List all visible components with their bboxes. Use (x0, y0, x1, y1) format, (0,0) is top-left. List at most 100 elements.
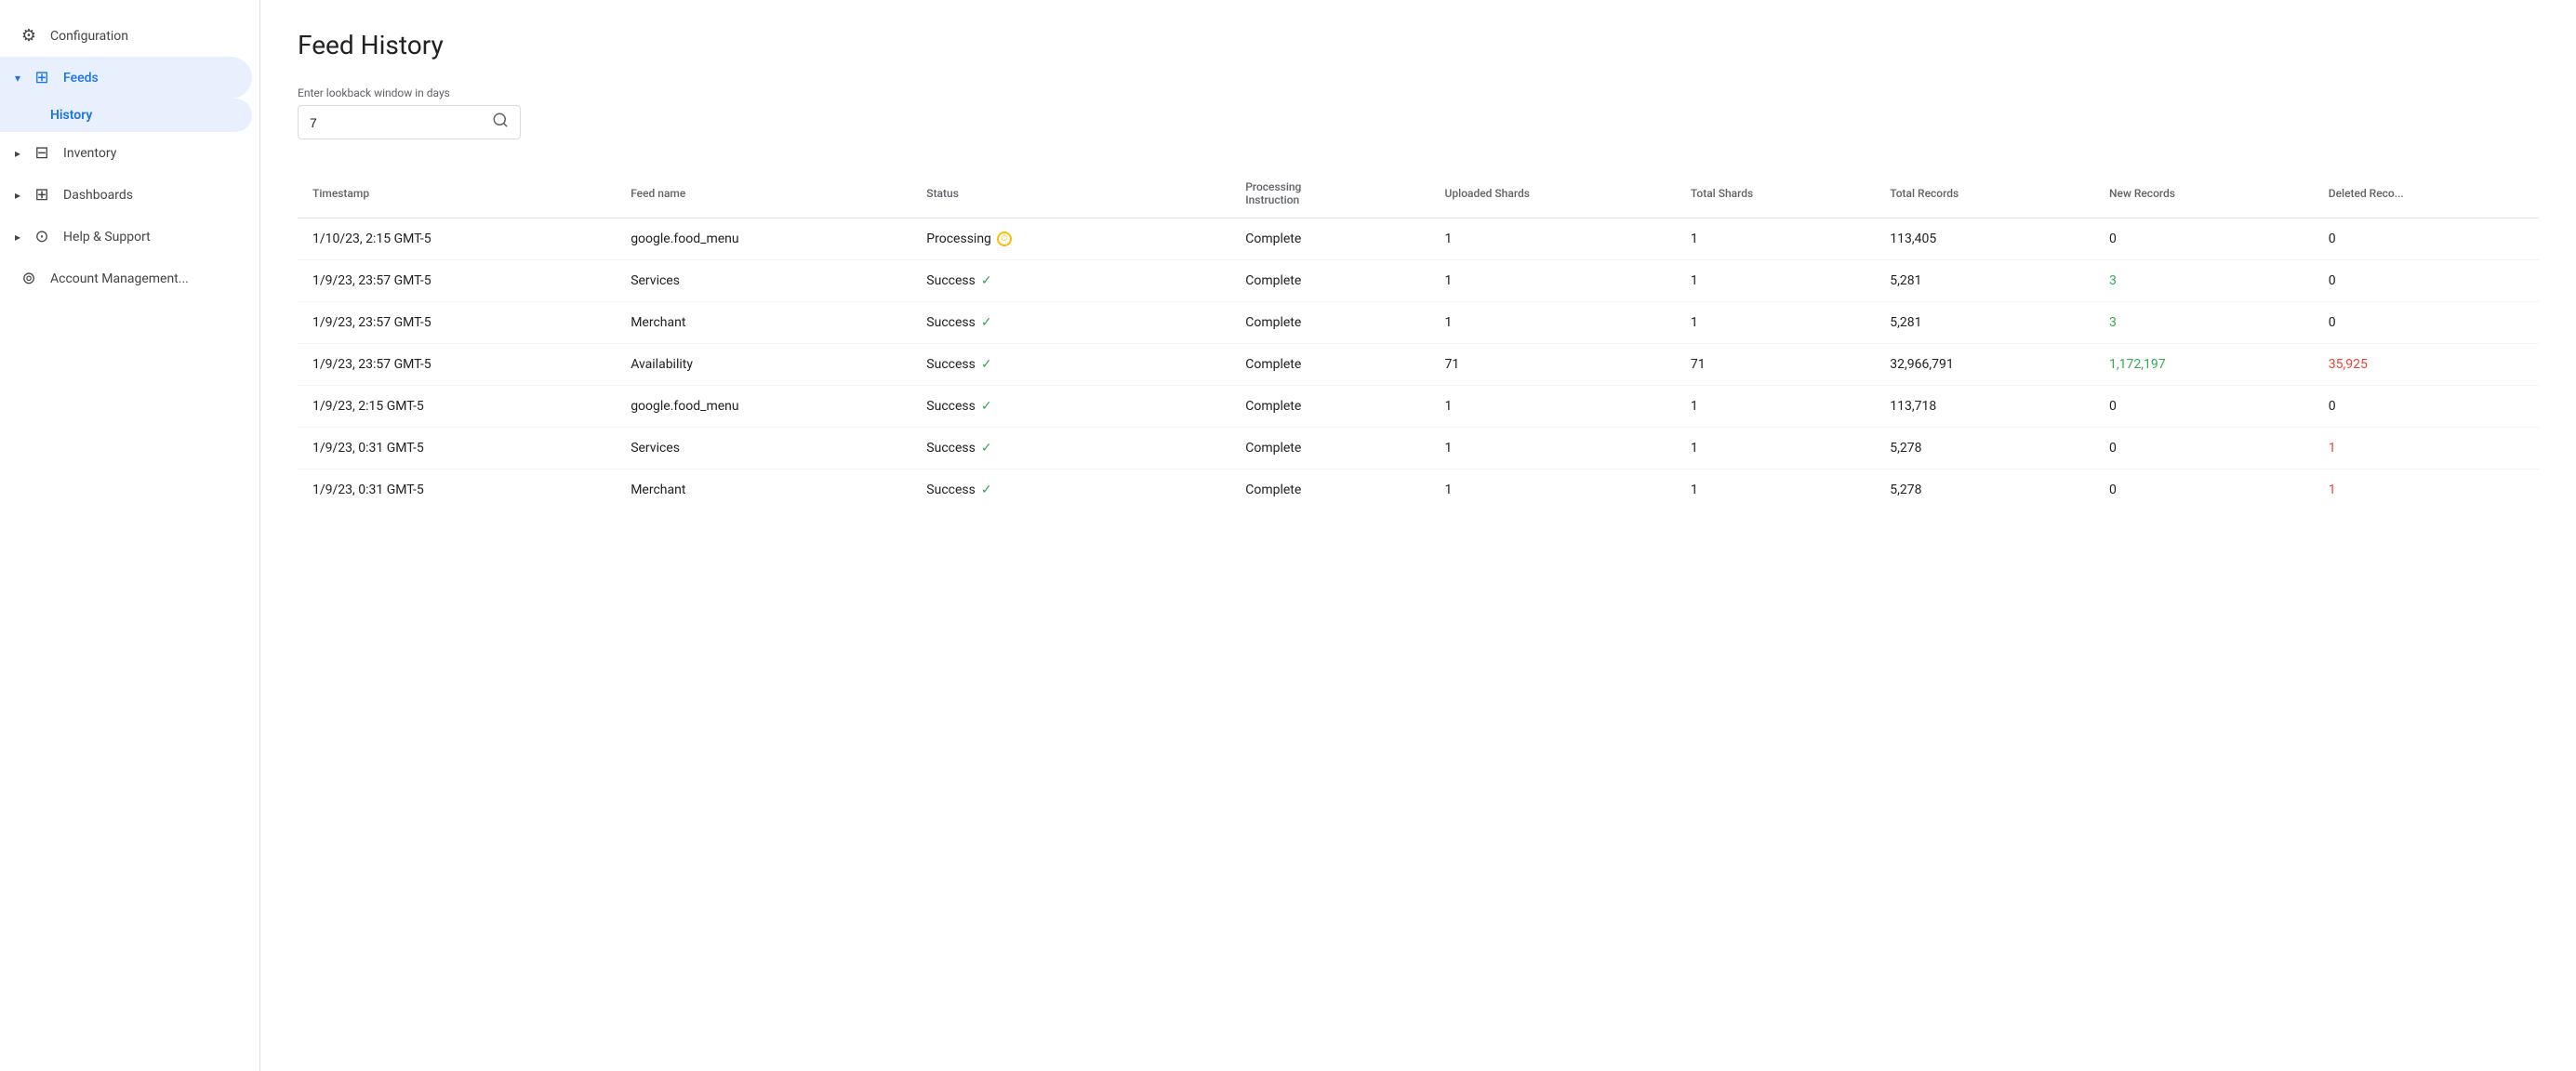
lookback-input-container (298, 105, 521, 139)
sidebar-item-feeds[interactable]: ▾ ⊞ Feeds (0, 57, 252, 99)
cell-timestamp: 1/10/23, 2:15 GMT-5 (298, 218, 616, 260)
cell-deleted-records: 35,925 (2314, 344, 2539, 386)
table-row: 1/9/23, 2:15 GMT-5google.food_menu Succe… (298, 386, 2539, 428)
deleted-records-value: 1 (2329, 483, 2336, 497)
lookback-section: Enter lookback window in days (298, 86, 2539, 139)
cell-status: Success ✓ (911, 386, 1230, 428)
cell-total-records: 5,281 (1875, 302, 2094, 344)
cell-total-shards: 71 (1676, 344, 1875, 386)
cell-feedname: Merchant (616, 469, 911, 511)
cell-status: Success ✓ (911, 260, 1230, 302)
cell-processing-instruction: Complete (1230, 469, 1429, 511)
chevron-down-icon: ▾ (15, 72, 20, 85)
cell-total-shards: 1 (1676, 302, 1875, 344)
new-records-value: 1,172,197 (2109, 357, 2166, 372)
check-icon: ✓ (981, 357, 992, 372)
cell-new-records: 0 (2094, 469, 2314, 511)
cell-uploaded-shards: 1 (1430, 469, 1676, 511)
gear-icon: ⚙ (19, 26, 39, 46)
cell-total-records: 5,278 (1875, 428, 2094, 469)
lookback-input[interactable] (310, 115, 492, 130)
cell-deleted-records: 0 (2314, 386, 2539, 428)
cell-status: Processing ⏱ (911, 218, 1230, 260)
chevron-right-icon: ▸ (15, 231, 20, 244)
col-header-status: Status (911, 169, 1230, 218)
cell-processing-instruction: Complete (1230, 386, 1429, 428)
grid-icon: ⊞ (32, 68, 52, 87)
cell-uploaded-shards: 71 (1430, 344, 1676, 386)
cell-timestamp: 1/9/23, 0:31 GMT-5 (298, 428, 616, 469)
feed-history-table: Timestamp Feed name Status ProcessingIns… (298, 169, 2539, 510)
sidebar-item-dashboards[interactable]: ▸ ⊞ Dashboards (0, 174, 252, 216)
search-icon[interactable] (492, 112, 509, 133)
cell-new-records: 3 (2094, 260, 2314, 302)
cell-timestamp: 1/9/23, 23:57 GMT-5 (298, 260, 616, 302)
deleted-records-value: 1 (2329, 441, 2336, 456)
main-content: Feed History Enter lookback window in da… (260, 0, 2576, 1071)
cell-timestamp: 1/9/23, 2:15 GMT-5 (298, 386, 616, 428)
col-header-deleted-records: Deleted Reco... (2314, 169, 2539, 218)
cell-new-records: 0 (2094, 428, 2314, 469)
cell-deleted-records: 0 (2314, 218, 2539, 260)
cell-uploaded-shards: 1 (1430, 386, 1676, 428)
sidebar-item-account-management[interactable]: ⊚ Account Management... (0, 258, 252, 299)
table-row: 1/10/23, 2:15 GMT-5google.food_menu Proc… (298, 218, 2539, 260)
chevron-right-icon: ▸ (15, 189, 20, 202)
page-title: Feed History (298, 30, 2539, 60)
sidebar-subitem-history[interactable]: History (0, 99, 252, 132)
cell-total-records: 113,405 (1875, 218, 2094, 260)
lookback-label: Enter lookback window in days (298, 86, 2539, 99)
table-row: 1/9/23, 23:57 GMT-5Availability Success … (298, 344, 2539, 386)
table-row: 1/9/23, 0:31 GMT-5Merchant Success ✓ Com… (298, 469, 2539, 511)
clock-icon: ⏱ (997, 231, 1012, 246)
status-success: Success ✓ (926, 273, 1215, 288)
cell-total-records: 5,278 (1875, 469, 2094, 511)
status-success: Success ✓ (926, 441, 1215, 456)
cell-deleted-records: 1 (2314, 428, 2539, 469)
col-header-timestamp: Timestamp (298, 169, 616, 218)
check-icon: ✓ (981, 399, 992, 414)
inventory-icon: ⊟ (32, 143, 52, 163)
cell-new-records: 1,172,197 (2094, 344, 2314, 386)
cell-status: Success ✓ (911, 302, 1230, 344)
status-success: Success ✓ (926, 357, 1215, 372)
status-success: Success ✓ (926, 483, 1215, 497)
status-success: Success ✓ (926, 315, 1215, 330)
account-icon: ⊚ (19, 269, 39, 288)
sidebar-item-inventory[interactable]: ▸ ⊟ Inventory (0, 132, 252, 174)
cell-uploaded-shards: 1 (1430, 302, 1676, 344)
col-header-uploaded: Uploaded Shards (1430, 169, 1676, 218)
sidebar-item-label: Dashboards (63, 188, 133, 203)
sidebar-item-label: Help & Support (63, 230, 151, 245)
cell-new-records: 3 (2094, 302, 2314, 344)
cell-new-records: 0 (2094, 218, 2314, 260)
cell-deleted-records: 0 (2314, 302, 2539, 344)
sidebar-item-label: Feeds (63, 71, 99, 86)
col-header-total-shards: Total Shards (1676, 169, 1875, 218)
new-records-value: 3 (2109, 273, 2117, 288)
col-header-feedname: Feed name (616, 169, 911, 218)
cell-total-records: 32,966,791 (1875, 344, 2094, 386)
check-icon: ✓ (981, 273, 992, 288)
cell-total-shards: 1 (1676, 469, 1875, 511)
cell-timestamp: 1/9/23, 23:57 GMT-5 (298, 302, 616, 344)
sidebar-item-help-support[interactable]: ▸ ⊙ Help & Support (0, 216, 252, 258)
deleted-records-value: 35,925 (2329, 357, 2368, 372)
col-header-new-records: New Records (2094, 169, 2314, 218)
cell-status: Success ✓ (911, 428, 1230, 469)
cell-deleted-records: 0 (2314, 260, 2539, 302)
cell-status: Success ✓ (911, 344, 1230, 386)
cell-feedname: Availability (616, 344, 911, 386)
cell-timestamp: 1/9/23, 23:57 GMT-5 (298, 344, 616, 386)
cell-feedname: Services (616, 428, 911, 469)
cell-total-shards: 1 (1676, 260, 1875, 302)
check-icon: ✓ (981, 441, 992, 456)
cell-processing-instruction: Complete (1230, 344, 1429, 386)
cell-timestamp: 1/9/23, 0:31 GMT-5 (298, 469, 616, 511)
sidebar-item-configuration[interactable]: ⚙ Configuration (0, 15, 252, 57)
table-header-row: Timestamp Feed name Status ProcessingIns… (298, 169, 2539, 218)
new-records-value: 3 (2109, 315, 2117, 330)
status-processing: Processing ⏱ (926, 231, 1215, 246)
cell-total-shards: 1 (1676, 218, 1875, 260)
check-icon: ✓ (981, 315, 992, 330)
